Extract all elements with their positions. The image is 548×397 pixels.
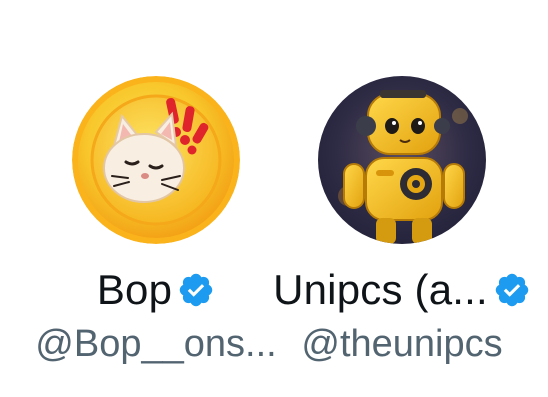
display-name: Bop bbox=[96, 266, 173, 313]
yellow-robot-avatar-icon bbox=[318, 76, 486, 244]
verified-badge-icon bbox=[179, 273, 213, 307]
avatar[interactable] bbox=[318, 76, 486, 244]
account-card-bop[interactable]: Bop @Bop__ons... bbox=[35, 0, 277, 397]
display-name-row[interactable]: Bop bbox=[36, 264, 276, 316]
handle[interactable]: @Bop__ons... bbox=[16, 320, 296, 368]
display-name: Unipcs (a... bbox=[273, 266, 488, 313]
avatar[interactable] bbox=[72, 76, 240, 244]
cat-coin-avatar-icon bbox=[72, 76, 240, 244]
handle[interactable]: @theunipcs bbox=[262, 320, 542, 368]
display-name-row[interactable]: Unipcs (a... bbox=[273, 264, 529, 316]
account-card-unipcs[interactable]: Unipcs (a... @theunipcs bbox=[273, 0, 529, 397]
verified-badge-icon bbox=[495, 273, 529, 307]
